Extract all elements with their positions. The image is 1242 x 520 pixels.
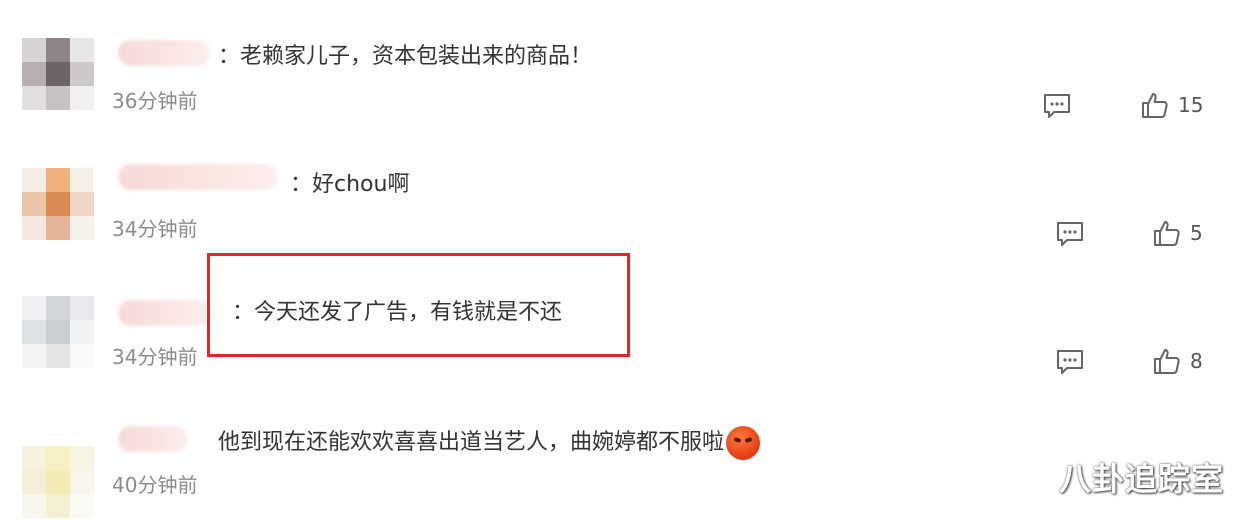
like-button[interactable]: 15 bbox=[1140, 90, 1203, 120]
comment-text: 他到现在还能欢欢喜喜出道当艺人，曲婉婷都不服啦 bbox=[218, 426, 761, 460]
highlight-box bbox=[207, 253, 630, 357]
comment-time: 34分钟前 bbox=[112, 217, 198, 241]
thumbs-up-icon bbox=[1142, 93, 1168, 118]
like-count: 15 bbox=[1178, 93, 1204, 117]
comment-bubble-icon bbox=[1044, 94, 1070, 118]
comment-time: 40分钟前 bbox=[112, 473, 198, 497]
avatar[interactable] bbox=[22, 168, 94, 240]
username-blurred[interactable] bbox=[118, 40, 210, 66]
thumbs-up-icon bbox=[1154, 221, 1180, 246]
comment-bubble-icon bbox=[1057, 350, 1083, 374]
like-count: 5 bbox=[1190, 221, 1203, 245]
comment-bubble-icon bbox=[1057, 222, 1083, 246]
thumbs-up-icon bbox=[1154, 349, 1180, 374]
comment-text: ：好chou啊 bbox=[290, 172, 410, 197]
like-button[interactable]: 5 bbox=[1152, 218, 1203, 248]
comment-time: 34分钟前 bbox=[112, 345, 198, 369]
comment-time: 36分钟前 bbox=[112, 89, 198, 113]
comment-text: ：老赖家儿子，资本包装出来的商品！ bbox=[218, 44, 593, 69]
reply-button[interactable] bbox=[1042, 92, 1072, 120]
avatar[interactable] bbox=[22, 38, 94, 110]
username-blurred[interactable] bbox=[118, 164, 278, 190]
avatar[interactable] bbox=[22, 446, 94, 518]
like-button[interactable]: 8 bbox=[1152, 346, 1203, 376]
reply-button[interactable] bbox=[1055, 220, 1085, 248]
username-blurred[interactable] bbox=[118, 300, 210, 326]
like-count: 8 bbox=[1190, 349, 1203, 373]
avatar[interactable] bbox=[22, 296, 94, 368]
reply-button[interactable] bbox=[1055, 348, 1085, 376]
comment-text-content: 他到现在还能欢欢喜喜出道当艺人，曲婉婷都不服啦 bbox=[218, 430, 725, 455]
watermark: 八卦追踪室 bbox=[1058, 460, 1224, 498]
username-blurred[interactable] bbox=[118, 426, 188, 452]
angry-face-emoji-icon bbox=[726, 426, 761, 460]
